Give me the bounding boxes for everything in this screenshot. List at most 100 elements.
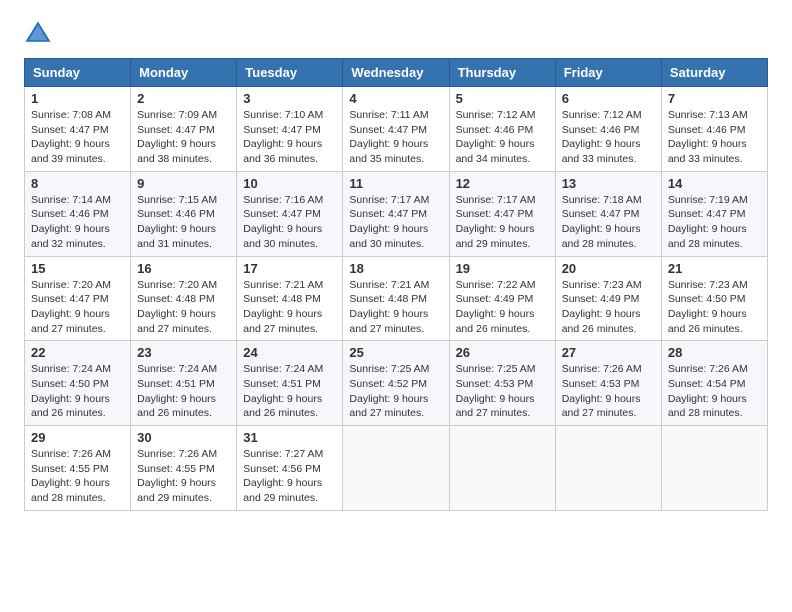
day-number: 27	[562, 345, 655, 360]
day-number: 1	[31, 91, 124, 106]
day-info: Sunrise: 7:21 AM Sunset: 4:48 PM Dayligh…	[243, 278, 336, 337]
day-info: Sunrise: 7:24 AM Sunset: 4:51 PM Dayligh…	[243, 362, 336, 421]
calendar-day-cell: 13 Sunrise: 7:18 AM Sunset: 4:47 PM Dayli…	[555, 171, 661, 256]
weekday-header-sunday: Sunday	[25, 59, 131, 87]
day-number: 16	[137, 261, 230, 276]
calendar-day-cell: 15 Sunrise: 7:20 AM Sunset: 4:47 PM Dayli…	[25, 256, 131, 341]
day-number: 5	[456, 91, 549, 106]
day-info: Sunrise: 7:26 AM Sunset: 4:54 PM Dayligh…	[668, 362, 761, 421]
day-info: Sunrise: 7:10 AM Sunset: 4:47 PM Dayligh…	[243, 108, 336, 167]
day-info: Sunrise: 7:16 AM Sunset: 4:47 PM Dayligh…	[243, 193, 336, 252]
calendar-day-cell: 5 Sunrise: 7:12 AM Sunset: 4:46 PM Daylig…	[449, 87, 555, 172]
weekday-header-saturday: Saturday	[661, 59, 767, 87]
empty-cell	[555, 426, 661, 511]
calendar-day-cell: 22 Sunrise: 7:24 AM Sunset: 4:50 PM Dayli…	[25, 341, 131, 426]
day-info: Sunrise: 7:14 AM Sunset: 4:46 PM Dayligh…	[31, 193, 124, 252]
day-info: Sunrise: 7:24 AM Sunset: 4:50 PM Dayligh…	[31, 362, 124, 421]
day-info: Sunrise: 7:26 AM Sunset: 4:53 PM Dayligh…	[562, 362, 655, 421]
day-number: 11	[349, 176, 442, 191]
day-number: 19	[456, 261, 549, 276]
weekday-header-tuesday: Tuesday	[237, 59, 343, 87]
day-number: 23	[137, 345, 230, 360]
day-number: 4	[349, 91, 442, 106]
day-info: Sunrise: 7:17 AM Sunset: 4:47 PM Dayligh…	[456, 193, 549, 252]
calendar-day-cell: 14Sunrise: 7:19 AM Sunset: 4:47 PM Dayli…	[661, 171, 767, 256]
page-header	[24, 20, 768, 48]
calendar-day-cell: 24 Sunrise: 7:24 AM Sunset: 4:51 PM Dayli…	[237, 341, 343, 426]
logo	[24, 20, 56, 48]
calendar-day-cell: 27 Sunrise: 7:26 AM Sunset: 4:53 PM Dayli…	[555, 341, 661, 426]
calendar-day-cell: 8Sunrise: 7:14 AM Sunset: 4:46 PM Daylig…	[25, 171, 131, 256]
day-number: 17	[243, 261, 336, 276]
calendar-day-cell: 2Sunrise: 7:09 AM Sunset: 4:47 PM Daylig…	[131, 87, 237, 172]
calendar-day-cell: 29 Sunrise: 7:26 AM Sunset: 4:55 PM Dayli…	[25, 426, 131, 511]
calendar-day-cell: 18 Sunrise: 7:21 AM Sunset: 4:48 PM Dayli…	[343, 256, 449, 341]
day-info: Sunrise: 7:23 AM Sunset: 4:49 PM Dayligh…	[562, 278, 655, 337]
day-info: Sunrise: 7:20 AM Sunset: 4:47 PM Dayligh…	[31, 278, 124, 337]
day-info: Sunrise: 7:12 AM Sunset: 4:46 PM Dayligh…	[456, 108, 549, 167]
logo-icon	[24, 20, 52, 48]
day-number: 25	[349, 345, 442, 360]
calendar-day-cell: 6 Sunrise: 7:12 AM Sunset: 4:46 PM Daylig…	[555, 87, 661, 172]
day-info: Sunrise: 7:21 AM Sunset: 4:48 PM Dayligh…	[349, 278, 442, 337]
day-number: 21	[668, 261, 761, 276]
day-number: 26	[456, 345, 549, 360]
day-info: Sunrise: 7:18 AM Sunset: 4:47 PM Dayligh…	[562, 193, 655, 252]
weekday-header-friday: Friday	[555, 59, 661, 87]
calendar-day-cell: 7Sunrise: 7:13 AM Sunset: 4:46 PM Daylig…	[661, 87, 767, 172]
day-number: 15	[31, 261, 124, 276]
calendar-day-cell: 21 Sunrise: 7:23 AM Sunset: 4:50 PM Dayli…	[661, 256, 767, 341]
day-info: Sunrise: 7:23 AM Sunset: 4:50 PM Dayligh…	[668, 278, 761, 337]
calendar-day-cell: 1Sunrise: 7:08 AM Sunset: 4:47 PM Daylig…	[25, 87, 131, 172]
calendar-day-cell: 19 Sunrise: 7:22 AM Sunset: 4:49 PM Dayli…	[449, 256, 555, 341]
calendar-week-row: 1Sunrise: 7:08 AM Sunset: 4:47 PM Daylig…	[25, 87, 768, 172]
day-info: Sunrise: 7:15 AM Sunset: 4:46 PM Dayligh…	[137, 193, 230, 252]
day-number: 29	[31, 430, 124, 445]
day-number: 28	[668, 345, 761, 360]
day-info: Sunrise: 7:24 AM Sunset: 4:51 PM Dayligh…	[137, 362, 230, 421]
calendar-day-cell: 16 Sunrise: 7:20 AM Sunset: 4:48 PM Dayli…	[131, 256, 237, 341]
calendar-day-cell: 17 Sunrise: 7:21 AM Sunset: 4:48 PM Dayli…	[237, 256, 343, 341]
day-number: 20	[562, 261, 655, 276]
day-info: Sunrise: 7:25 AM Sunset: 4:52 PM Dayligh…	[349, 362, 442, 421]
calendar-table: SundayMondayTuesdayWednesdayThursdayFrid…	[24, 58, 768, 511]
day-number: 14	[668, 176, 761, 191]
calendar-day-cell: 28 Sunrise: 7:26 AM Sunset: 4:54 PM Dayli…	[661, 341, 767, 426]
calendar-week-row: 8Sunrise: 7:14 AM Sunset: 4:46 PM Daylig…	[25, 171, 768, 256]
weekday-header-wednesday: Wednesday	[343, 59, 449, 87]
calendar-day-cell: 30Sunrise: 7:26 AM Sunset: 4:55 PM Dayli…	[131, 426, 237, 511]
calendar-day-cell: 3 Sunrise: 7:10 AM Sunset: 4:47 PM Daylig…	[237, 87, 343, 172]
day-info: Sunrise: 7:27 AM Sunset: 4:56 PM Dayligh…	[243, 447, 336, 506]
calendar-week-row: 15 Sunrise: 7:20 AM Sunset: 4:47 PM Dayli…	[25, 256, 768, 341]
calendar-week-row: 29 Sunrise: 7:26 AM Sunset: 4:55 PM Dayli…	[25, 426, 768, 511]
day-number: 10	[243, 176, 336, 191]
calendar-week-row: 22 Sunrise: 7:24 AM Sunset: 4:50 PM Dayli…	[25, 341, 768, 426]
day-number: 24	[243, 345, 336, 360]
day-info: Sunrise: 7:26 AM Sunset: 4:55 PM Dayligh…	[31, 447, 124, 506]
empty-cell	[661, 426, 767, 511]
calendar-day-cell: 4 Sunrise: 7:11 AM Sunset: 4:47 PM Daylig…	[343, 87, 449, 172]
calendar-day-cell: 31Sunrise: 7:27 AM Sunset: 4:56 PM Dayli…	[237, 426, 343, 511]
calendar-header-row: SundayMondayTuesdayWednesdayThursdayFrid…	[25, 59, 768, 87]
day-number: 3	[243, 91, 336, 106]
day-number: 13	[562, 176, 655, 191]
day-info: Sunrise: 7:09 AM Sunset: 4:47 PM Dayligh…	[137, 108, 230, 167]
day-info: Sunrise: 7:12 AM Sunset: 4:46 PM Dayligh…	[562, 108, 655, 167]
day-info: Sunrise: 7:20 AM Sunset: 4:48 PM Dayligh…	[137, 278, 230, 337]
day-info: Sunrise: 7:26 AM Sunset: 4:55 PM Dayligh…	[137, 447, 230, 506]
empty-cell	[449, 426, 555, 511]
calendar-day-cell: 23 Sunrise: 7:24 AM Sunset: 4:51 PM Dayli…	[131, 341, 237, 426]
weekday-header-monday: Monday	[131, 59, 237, 87]
day-info: Sunrise: 7:11 AM Sunset: 4:47 PM Dayligh…	[349, 108, 442, 167]
day-info: Sunrise: 7:22 AM Sunset: 4:49 PM Dayligh…	[456, 278, 549, 337]
day-number: 18	[349, 261, 442, 276]
calendar-day-cell: 12 Sunrise: 7:17 AM Sunset: 4:47 PM Dayli…	[449, 171, 555, 256]
empty-cell	[343, 426, 449, 511]
day-number: 7	[668, 91, 761, 106]
day-number: 6	[562, 91, 655, 106]
weekday-header-thursday: Thursday	[449, 59, 555, 87]
day-number: 22	[31, 345, 124, 360]
calendar-day-cell: 25 Sunrise: 7:25 AM Sunset: 4:52 PM Dayli…	[343, 341, 449, 426]
calendar-day-cell: 26Sunrise: 7:25 AM Sunset: 4:53 PM Dayli…	[449, 341, 555, 426]
day-number: 12	[456, 176, 549, 191]
